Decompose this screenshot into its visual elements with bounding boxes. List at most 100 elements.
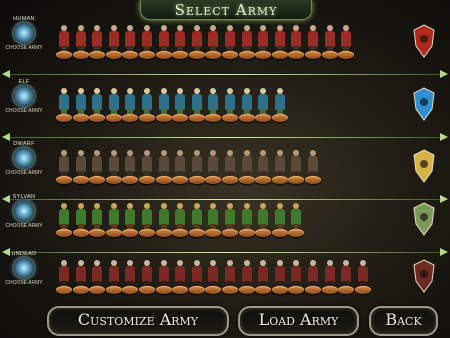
choose-army-orb-icon[interactable] (14, 86, 34, 106)
unit-figure (354, 258, 371, 294)
unit-figure (89, 258, 106, 294)
unit-figure (122, 23, 139, 59)
choose-army-label[interactable]: CHOOSE ARMY (0, 170, 48, 176)
page-title: Select Army (174, 1, 278, 19)
unit-figure (288, 258, 305, 294)
unit-figure (271, 258, 288, 294)
unit-figure (72, 258, 89, 294)
unit-lineup (56, 148, 322, 184)
unit-figure (89, 86, 106, 122)
unit-lineup (56, 258, 371, 294)
army-row-human[interactable]: HUMAN CHOOSE ARMY (0, 16, 450, 80)
unit-figure (72, 23, 89, 59)
unit-figure (172, 23, 189, 59)
race-name: ELF (18, 79, 30, 85)
unit-figure (89, 201, 106, 237)
unit-figure (205, 148, 222, 184)
unit-figure (188, 23, 205, 59)
choose-army-label[interactable]: CHOOSE ARMY (0, 45, 48, 51)
unit-figure (122, 201, 139, 237)
army-row-sylvan[interactable]: SYLVAN CHOOSE ARMY (0, 194, 450, 258)
gold-dwarf-shield-icon (413, 149, 435, 183)
unit-figure (105, 23, 122, 59)
unit-figure (321, 258, 338, 294)
unit-figure (221, 23, 238, 59)
choose-army-label[interactable]: CHOOSE ARMY (0, 108, 48, 114)
unit-figure (205, 258, 222, 294)
unit-figure (271, 201, 288, 237)
choose-army-orb-icon[interactable] (14, 148, 34, 168)
unit-figure (321, 23, 338, 59)
unit-figure (72, 86, 89, 122)
unit-figure (56, 148, 72, 184)
unit-figure (56, 258, 72, 294)
unit-figure (288, 23, 305, 59)
unit-figure (122, 86, 139, 122)
unit-figure (72, 201, 89, 237)
unit-figure (138, 86, 155, 122)
unit-figure (172, 148, 189, 184)
row-divider (0, 70, 450, 79)
unit-lineup (56, 86, 288, 122)
unit-figure (304, 23, 321, 59)
unit-figure (138, 23, 155, 59)
back-button[interactable]: Back (369, 306, 438, 336)
unit-figure (255, 148, 272, 184)
choose-army-label[interactable]: CHOOSE ARMY (0, 223, 48, 229)
unit-figure (89, 148, 106, 184)
blue-elf-shield-icon (413, 87, 435, 121)
unit-figure (105, 148, 122, 184)
unit-figure (255, 201, 272, 237)
unit-figure (205, 23, 222, 59)
choose-army-orb-icon[interactable] (14, 201, 34, 221)
unit-figure (155, 201, 172, 237)
unit-figure (205, 86, 222, 122)
undead-skull-shield-icon (413, 259, 435, 293)
choose-army-orb-icon[interactable] (14, 258, 34, 278)
unit-figure (172, 201, 189, 237)
unit-figure (72, 148, 89, 184)
unit-figure (188, 258, 205, 294)
unit-figure (188, 86, 205, 122)
unit-figure (221, 86, 238, 122)
unit-figure (188, 148, 205, 184)
unit-figure (188, 201, 205, 237)
unit-figure (271, 23, 288, 59)
unit-figure (138, 258, 155, 294)
race-name: UNDEAD (11, 251, 37, 257)
title-banner: Select Army (140, 0, 312, 20)
row-divider (0, 133, 450, 142)
unit-figure (56, 23, 72, 59)
unit-figure (105, 201, 122, 237)
green-sylvan-shield-icon (413, 202, 435, 236)
army-row-elf[interactable]: ELF CHOOSE ARMY (0, 79, 450, 143)
unit-figure (238, 148, 255, 184)
unit-figure (271, 148, 288, 184)
unit-figure (238, 86, 255, 122)
select-army-screen: Select Army HUMAN CHOOSE ARMY ELF CHOOSE AR… (0, 0, 450, 338)
unit-figure (138, 201, 155, 237)
unit-figure (56, 86, 72, 122)
unit-figure (221, 148, 238, 184)
unit-figure (56, 201, 72, 237)
choose-army-orb-icon[interactable] (14, 23, 34, 43)
choose-army-label[interactable]: CHOOSE ARMY (0, 280, 48, 286)
unit-figure (172, 86, 189, 122)
unit-figure (172, 258, 189, 294)
customize-army-button[interactable]: Customize Army (47, 306, 229, 336)
unit-figure (255, 86, 272, 122)
unit-figure (122, 148, 139, 184)
load-army-button[interactable]: Load Army (238, 306, 359, 336)
unit-figure (221, 258, 238, 294)
army-row-dwarf[interactable]: DWARF CHOOSE ARMY (0, 141, 450, 205)
unit-figure (155, 258, 172, 294)
unit-figure (338, 23, 355, 59)
unit-figure (304, 148, 321, 184)
unit-figure (304, 258, 321, 294)
race-name: HUMAN (13, 16, 35, 22)
unit-figure (288, 148, 305, 184)
unit-figure (255, 258, 272, 294)
unit-figure (155, 86, 172, 122)
unit-figure (155, 23, 172, 59)
unit-lineup (56, 23, 355, 59)
